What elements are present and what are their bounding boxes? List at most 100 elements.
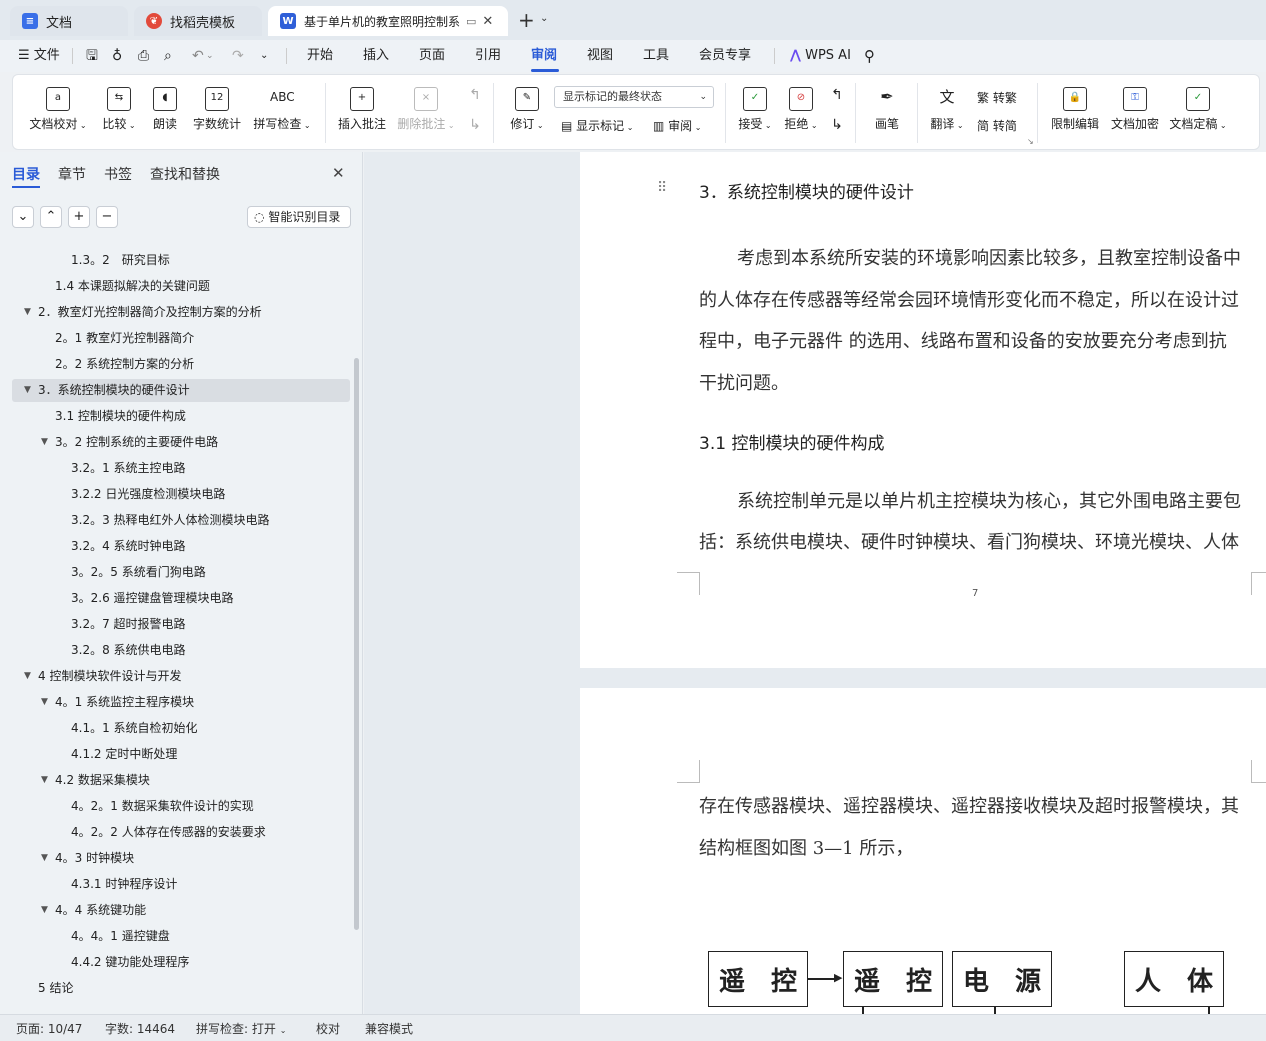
smart-toc-button[interactable]: ◌ 智能识别目录: [247, 206, 351, 228]
toc-item[interactable]: 2。2 系统控制方案的分析: [55, 352, 194, 376]
to-traditional-button[interactable]: 繁 转繁: [977, 89, 1017, 106]
toc-item[interactable]: 4。2。2 人体存在传感器的安装要求: [71, 820, 266, 844]
toc-item[interactable]: 4.1.2 定时中断处理: [71, 742, 177, 766]
page-indicator[interactable]: 页面: 10/47: [16, 1020, 82, 1037]
expand-up-button[interactable]: ⌃: [40, 206, 62, 228]
close-icon[interactable]: ✕: [482, 14, 493, 29]
toc-item[interactable]: 3.1 控制模块的硬件构成: [55, 404, 186, 428]
print-preview-icon[interactable]: ⌕: [164, 40, 172, 72]
tab-docer[interactable]: ❦ 找稻壳模板: [134, 6, 262, 36]
file-menu[interactable]: ☰ 文件: [18, 40, 60, 72]
monitor-icon[interactable]: ▭: [466, 15, 476, 28]
dialog-launcher-icon[interactable]: ↘: [1027, 137, 1034, 146]
next-change-icon[interactable]: ↳: [827, 117, 847, 133]
word-count-button[interactable]: 12 字数统计: [189, 87, 245, 132]
menu-references[interactable]: 引用: [475, 40, 501, 72]
tab-chapters[interactable]: 章节: [58, 164, 86, 184]
toc-item[interactable]: 4.4.2 键功能处理程序: [71, 950, 189, 974]
toc-item[interactable]: 3.2。4 系统时钟电路: [71, 534, 186, 558]
menu-home[interactable]: 开始: [307, 40, 333, 72]
print-icon[interactable]: ⎙: [138, 40, 149, 72]
toc-item[interactable]: 3.2。1 系统主控电路: [71, 456, 186, 480]
proofread-button[interactable]: a 文档校对 ⌄: [27, 87, 89, 132]
next-comment-icon[interactable]: ↳: [465, 117, 485, 133]
expand-arrow-icon[interactable]: ▼: [24, 307, 31, 317]
insert-comment-button[interactable]: + 插入批注: [335, 87, 389, 132]
add-heading-button[interactable]: +: [68, 206, 90, 228]
restrict-edit-button[interactable]: 🔒 限制编辑: [1047, 87, 1103, 132]
track-changes-button[interactable]: ✎ 修订 ⌄: [503, 87, 551, 132]
menu-member[interactable]: 会员专享: [699, 40, 751, 72]
toc-item[interactable]: 3.2。3 热释电红外人体检测模块电路: [71, 508, 270, 532]
tab-current-document[interactable]: W 基于单片机的教室照明控制系 ▭ ✕: [268, 6, 508, 36]
tab-bookmarks[interactable]: 书签: [104, 164, 132, 184]
toc-item[interactable]: 4.3.1 时钟程序设计: [71, 872, 177, 896]
drag-handle-icon[interactable]: ⠿: [657, 180, 667, 196]
expand-arrow-icon[interactable]: ▼: [24, 671, 31, 681]
ink-button[interactable]: ✒ 画笔: [869, 87, 905, 132]
save-icon[interactable]: 🖫: [86, 40, 98, 72]
menu-insert[interactable]: 插入: [363, 40, 389, 72]
expand-arrow-icon[interactable]: ▼: [41, 853, 48, 863]
expand-arrow-icon[interactable]: ▼: [41, 775, 48, 785]
toc-item[interactable]: 2．教室灯光控制器简介及控制方案的分析: [38, 300, 262, 324]
delete-comment-button[interactable]: × 删除批注 ⌄: [395, 87, 457, 132]
menu-tools[interactable]: 工具: [643, 40, 669, 72]
show-markup-button[interactable]: ▤ 显示标记 ⌄: [561, 117, 633, 134]
read-aloud-button[interactable]: ◖ 朗读: [147, 87, 183, 132]
toc-item[interactable]: 3。2。5 系统看门狗电路: [71, 560, 206, 584]
expand-arrow-icon[interactable]: ▼: [24, 385, 31, 395]
toc-item[interactable]: 4。1 系统监控主程序模块: [55, 690, 194, 714]
toc-item[interactable]: 3。2 控制系统的主要硬件电路: [55, 430, 218, 454]
finalize-button[interactable]: ✓ 文档定稿 ⌄: [1167, 87, 1229, 132]
close-icon[interactable]: ✕: [332, 164, 345, 182]
remove-heading-button[interactable]: −: [96, 206, 118, 228]
toc-item[interactable]: 3．系统控制模块的硬件设计: [38, 378, 190, 402]
expand-arrow-icon[interactable]: ▼: [41, 905, 48, 915]
expand-arrow-icon[interactable]: ▼: [41, 697, 48, 707]
toc-item[interactable]: 4.2 数据采集模块: [55, 768, 150, 792]
more-chevron-icon[interactable]: ⌄: [260, 40, 268, 72]
word-count-indicator[interactable]: 字数: 14464: [105, 1020, 175, 1037]
markup-state-select[interactable]: 显示标记的最终状态 ⌄: [554, 86, 714, 108]
spell-check-status[interactable]: 拼写检查: 打开 ⌄: [196, 1020, 286, 1037]
translate-button[interactable]: 文 翻译 ⌄: [927, 87, 967, 132]
toc-item[interactable]: 5 结论: [38, 976, 73, 1000]
toc-item[interactable]: 1.3。2 研究目标: [71, 248, 170, 272]
toc-item[interactable]: 4。4。1 遥控键盘: [71, 924, 170, 948]
toc-item[interactable]: 3.2。7 超时报警电路: [71, 612, 186, 636]
to-simplified-button[interactable]: 简 转简: [977, 117, 1017, 134]
toc-item[interactable]: 4。2。1 数据采集软件设计的实现: [71, 794, 254, 818]
toc-item[interactable]: 4.1。1 系统自检初始化: [71, 716, 198, 740]
new-tab-button[interactable]: +: [518, 8, 535, 32]
toc-item[interactable]: 3。2.6 遥控键盘管理模块电路: [71, 586, 234, 610]
reject-button[interactable]: ⊘ 拒绝 ⌄: [779, 87, 823, 132]
review-pane-button[interactable]: ▥ 审阅 ⌄: [653, 117, 701, 134]
tab-toc[interactable]: 目录: [12, 164, 40, 184]
menu-page[interactable]: 页面: [419, 40, 445, 72]
undo-dropdown-icon[interactable]: ⌄: [206, 40, 214, 72]
toc-item[interactable]: 4。4 系统键功能: [55, 898, 146, 922]
toc-item[interactable]: 3.2。8 系统供电电路: [71, 638, 186, 662]
toc-item[interactable]: 1.4 本课题拟解决的关键问题: [55, 274, 210, 298]
menu-review[interactable]: 审阅: [531, 40, 557, 72]
previous-comment-icon[interactable]: ↰: [465, 87, 485, 103]
tab-find-replace[interactable]: 查找和替换: [150, 164, 220, 184]
encrypt-button[interactable]: ⚿ 文档加密: [1107, 87, 1163, 132]
undo-icon[interactable]: ↶: [192, 40, 204, 72]
wps-ai-button[interactable]: ⋀ WPS AI: [790, 40, 851, 72]
search-icon[interactable]: ⚲: [864, 40, 875, 72]
spell-check-button[interactable]: ABC 拼写检查 ⌄: [251, 87, 313, 132]
collapse-all-button[interactable]: ⌄: [12, 206, 34, 228]
sidebar-scrollbar[interactable]: [354, 358, 359, 930]
compare-button[interactable]: ⇆ 比较 ⌄: [97, 87, 141, 132]
redo-icon[interactable]: ↷: [232, 40, 244, 72]
proof-status[interactable]: 校对: [316, 1020, 340, 1037]
toc-item[interactable]: 4。3 时钟模块: [55, 846, 134, 870]
expand-arrow-icon[interactable]: ▼: [41, 437, 48, 447]
menu-view[interactable]: 视图: [587, 40, 613, 72]
toc-item[interactable]: 4 控制模块软件设计与开发: [38, 664, 181, 688]
previous-change-icon[interactable]: ↰: [827, 87, 847, 103]
share-icon[interactable]: ♁: [112, 40, 122, 72]
tab-docs[interactable]: ≡ 文档: [10, 6, 128, 36]
